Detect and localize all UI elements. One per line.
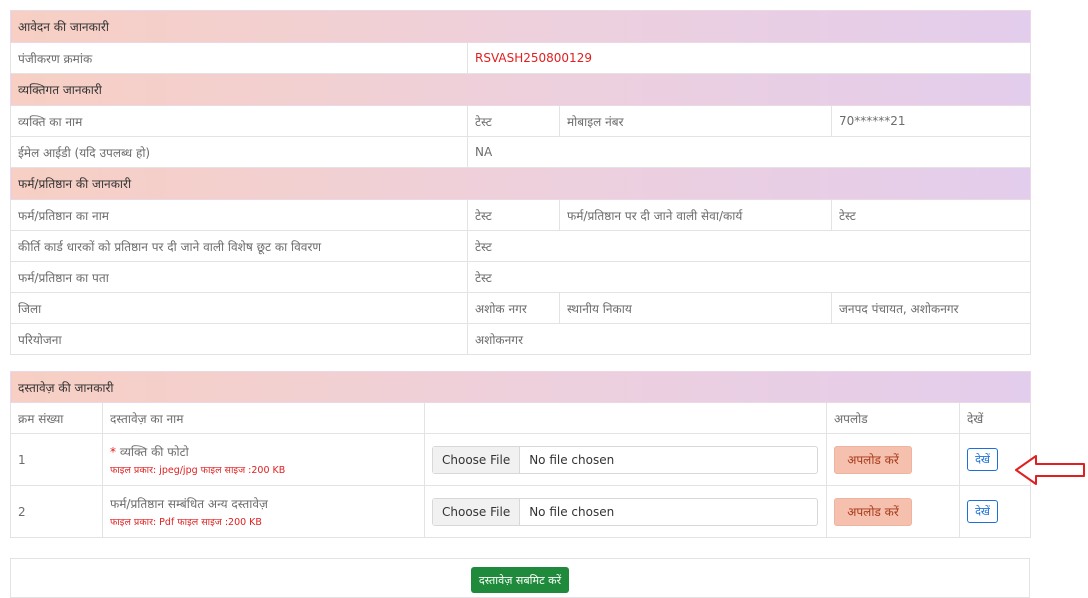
district-value: अशोक नगर [467, 292, 560, 324]
info-row: कीर्ति कार्ड धारकों को प्रतिष्ठान पर दी … [10, 230, 1031, 262]
view-cell: देखें [958, 485, 1032, 538]
section-title: व्यक्तिगत जानकारी [10, 73, 1031, 106]
service-value: टेस्ट [831, 199, 1031, 231]
file-type-hint: फाइल प्रकार: Pdf फाइल साइज :200 KB [110, 517, 262, 528]
email-value: NA [467, 136, 1031, 168]
documents-header-row: क्रम संख्या दस्तावेज़ का नाम अपलोड देखें [10, 402, 1032, 434]
documents-table: दस्तावेज़ की जानकारी क्रम संख्या दस्तावे… [9, 371, 1032, 538]
email-label: ईमेल आईडी (यदि उपलब्ध हो) [10, 136, 468, 168]
section-header-personal: व्यक्तिगत जानकारी [10, 73, 1031, 106]
view-header: देखें [958, 402, 1032, 434]
upload-cell: अपलोड करें [826, 433, 960, 486]
submit-documents-button[interactable]: दस्तावेज़ सबमिट करें [470, 567, 570, 593]
left-arrow-icon [1015, 455, 1085, 485]
mobile-value: 70******21 [831, 105, 1031, 137]
file-input[interactable]: Choose File No file chosen [432, 497, 818, 526]
view-button[interactable]: देखें [967, 448, 998, 471]
info-row: जिला अशोक नगर स्थानीय निकाय जनपद पंचायत,… [10, 292, 1031, 324]
registration-label: पंजीकरण क्रमांक [10, 42, 468, 74]
info-table: आवेदन की जानकारी पंजीकरण क्रमांक RSVASH2… [10, 10, 1031, 355]
application-details: आवेदन की जानकारी पंजीकरण क्रमांक RSVASH2… [9, 10, 1032, 538]
arrow-shape [1015, 455, 1085, 485]
document-name: व्यक्ति की फोटो [119, 445, 189, 459]
document-serial: 2 [10, 485, 103, 538]
section-title: आवेदन की जानकारी [10, 10, 1031, 43]
service-label: फर्म/प्रतिष्ठान पर दी जाने वाली सेवा/कार… [559, 199, 832, 231]
mobile-label: मोबाइल नंबर [559, 105, 832, 137]
local-body-value: जनपद पंचायत, अशोकनगर [831, 292, 1031, 324]
info-row: फर्म/प्रतिष्ठान का पता टेस्ट [10, 261, 1031, 293]
info-row: फर्म/प्रतिष्ठान का नाम टेस्ट फर्म/प्रतिष… [10, 199, 1031, 231]
required-mark: * [110, 445, 116, 459]
choose-file-button[interactable]: Choose File [433, 498, 521, 525]
registration-number: RSVASH250800129 [467, 42, 1031, 74]
choose-file-button[interactable]: Choose File [433, 446, 521, 473]
submit-bar: दस्तावेज़ सबमिट करें [10, 558, 1030, 598]
upload-cell: अपलोड करें [826, 485, 960, 538]
project-value: अशोकनगर [467, 323, 1031, 355]
info-row: व्यक्ति का नाम टेस्ट मोबाइल नंबर 70*****… [10, 105, 1031, 137]
person-name-value: टेस्ट [467, 105, 560, 137]
document-row: 2 फर्म/प्रतिष्ठान सम्बंधित अन्य दस्तावेज… [10, 485, 1032, 538]
local-body-label: स्थानीय निकाय [559, 292, 832, 324]
section-header-application: आवेदन की जानकारी [10, 10, 1031, 43]
no-file-chosen-text: No file chosen [529, 504, 615, 519]
upload-button[interactable]: अपलोड करें [834, 445, 912, 474]
firm-name-label: फर्म/प्रतिष्ठान का नाम [10, 199, 468, 231]
section-title: फर्म/प्रतिष्ठान की जानकारी [10, 167, 1031, 200]
document-name: फर्म/प्रतिष्ठान सम्बंधित अन्य दस्तावेज़ [110, 497, 268, 511]
document-row: 1 * व्यक्ति की फोटो फाइल प्रकार: jpeg/jp… [10, 433, 1032, 486]
serial-header: क्रम संख्या [10, 402, 103, 434]
info-row: पंजीकरण क्रमांक RSVASH250800129 [10, 42, 1031, 74]
section-title: दस्तावेज़ की जानकारी [9, 371, 1032, 403]
file-cell: Choose File No file chosen [424, 433, 827, 486]
document-name-cell: फर्म/प्रतिष्ठान सम्बंधित अन्य दस्तावेज़ … [102, 485, 425, 538]
district-label: जिला [10, 292, 468, 324]
document-serial: 1 [10, 433, 103, 486]
info-row: परियोजना अशोकनगर [10, 323, 1031, 355]
info-row: ईमेल आईडी (यदि उपलब्ध हो) NA [10, 136, 1031, 168]
file-type-hint: फाइल प्रकार: jpeg/jpg फाइल साइज :200 KB [110, 465, 286, 476]
firm-name-value: टेस्ट [467, 199, 560, 231]
section-header-documents: दस्तावेज़ की जानकारी [9, 371, 1032, 403]
doc-name-header: दस्तावेज़ का नाम [102, 402, 425, 434]
discount-label: कीर्ति कार्ड धारकों को प्रतिष्ठान पर दी … [10, 230, 468, 262]
view-button[interactable]: देखें [967, 500, 998, 523]
upload-button[interactable]: अपलोड करें [834, 497, 912, 526]
document-name-cell: * व्यक्ति की फोटो फाइल प्रकार: jpeg/jpg … [102, 433, 425, 486]
file-cell: Choose File No file chosen [424, 485, 827, 538]
project-label: परियोजना [10, 323, 468, 355]
file-header [424, 402, 827, 434]
file-input[interactable]: Choose File No file chosen [432, 445, 818, 474]
no-file-chosen-text: No file chosen [529, 452, 615, 467]
section-header-firm: फर्म/प्रतिष्ठान की जानकारी [10, 167, 1031, 200]
discount-value: टेस्ट [467, 230, 1031, 262]
upload-header: अपलोड [826, 402, 960, 434]
address-value: टेस्ट [467, 261, 1031, 293]
person-name-label: व्यक्ति का नाम [10, 105, 468, 137]
address-label: फर्म/प्रतिष्ठान का पता [10, 261, 468, 293]
